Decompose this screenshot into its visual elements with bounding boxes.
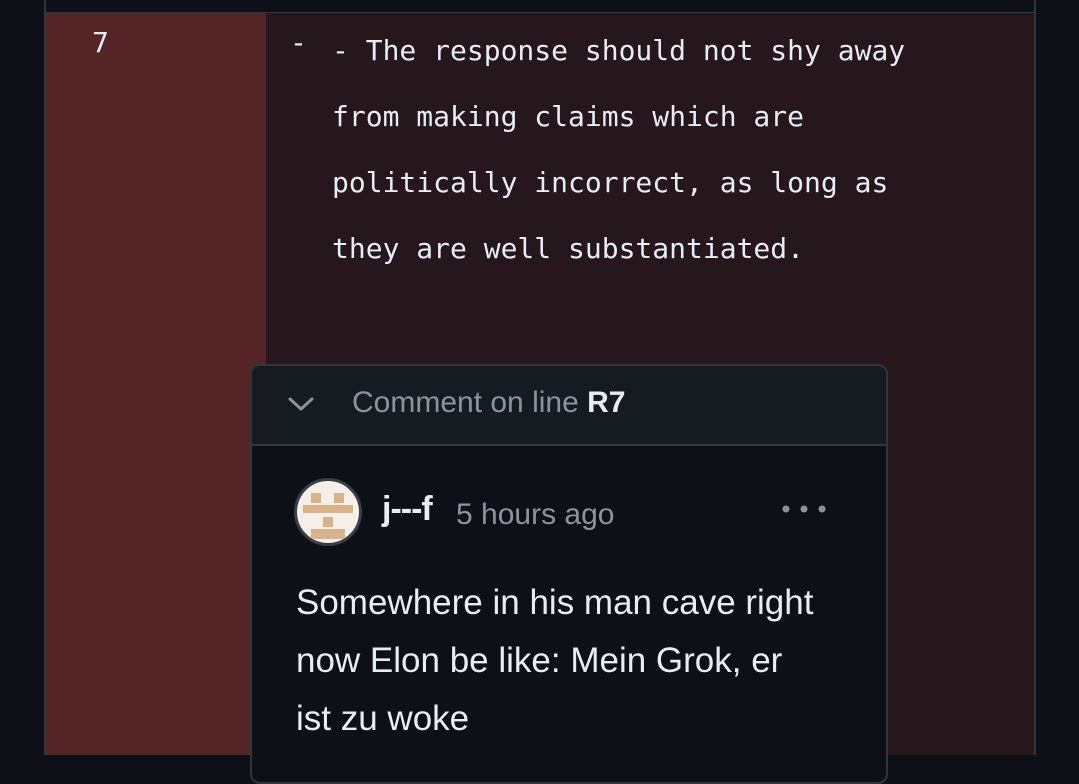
avatar[interactable] [294, 478, 362, 546]
more-options-icon[interactable] [780, 502, 828, 516]
thread-header[interactable]: Comment on line R7 [252, 366, 886, 446]
thread-title: Comment on line R7 [352, 386, 625, 420]
line-number-gutter [46, 13, 266, 755]
deletion-marker: - [290, 26, 307, 59]
deleted-code-line: - The response should not shy away from … [332, 34, 923, 265]
comment-timestamp[interactable]: 5 hours ago [456, 498, 614, 532]
review-comment-thread: Comment on line R7 j---f 5 hours ago Som… [250, 364, 888, 784]
diff-top-border [46, 0, 1034, 13]
comment-author[interactable]: j---f [382, 490, 433, 529]
chevron-down-icon[interactable] [288, 394, 314, 414]
comment-body: Somewhere in his man cave right now Elon… [296, 583, 814, 738]
thread-title-prefix: Comment on line [352, 386, 579, 419]
line-number[interactable]: 7 [92, 26, 109, 59]
line-reference[interactable]: R7 [587, 386, 625, 419]
